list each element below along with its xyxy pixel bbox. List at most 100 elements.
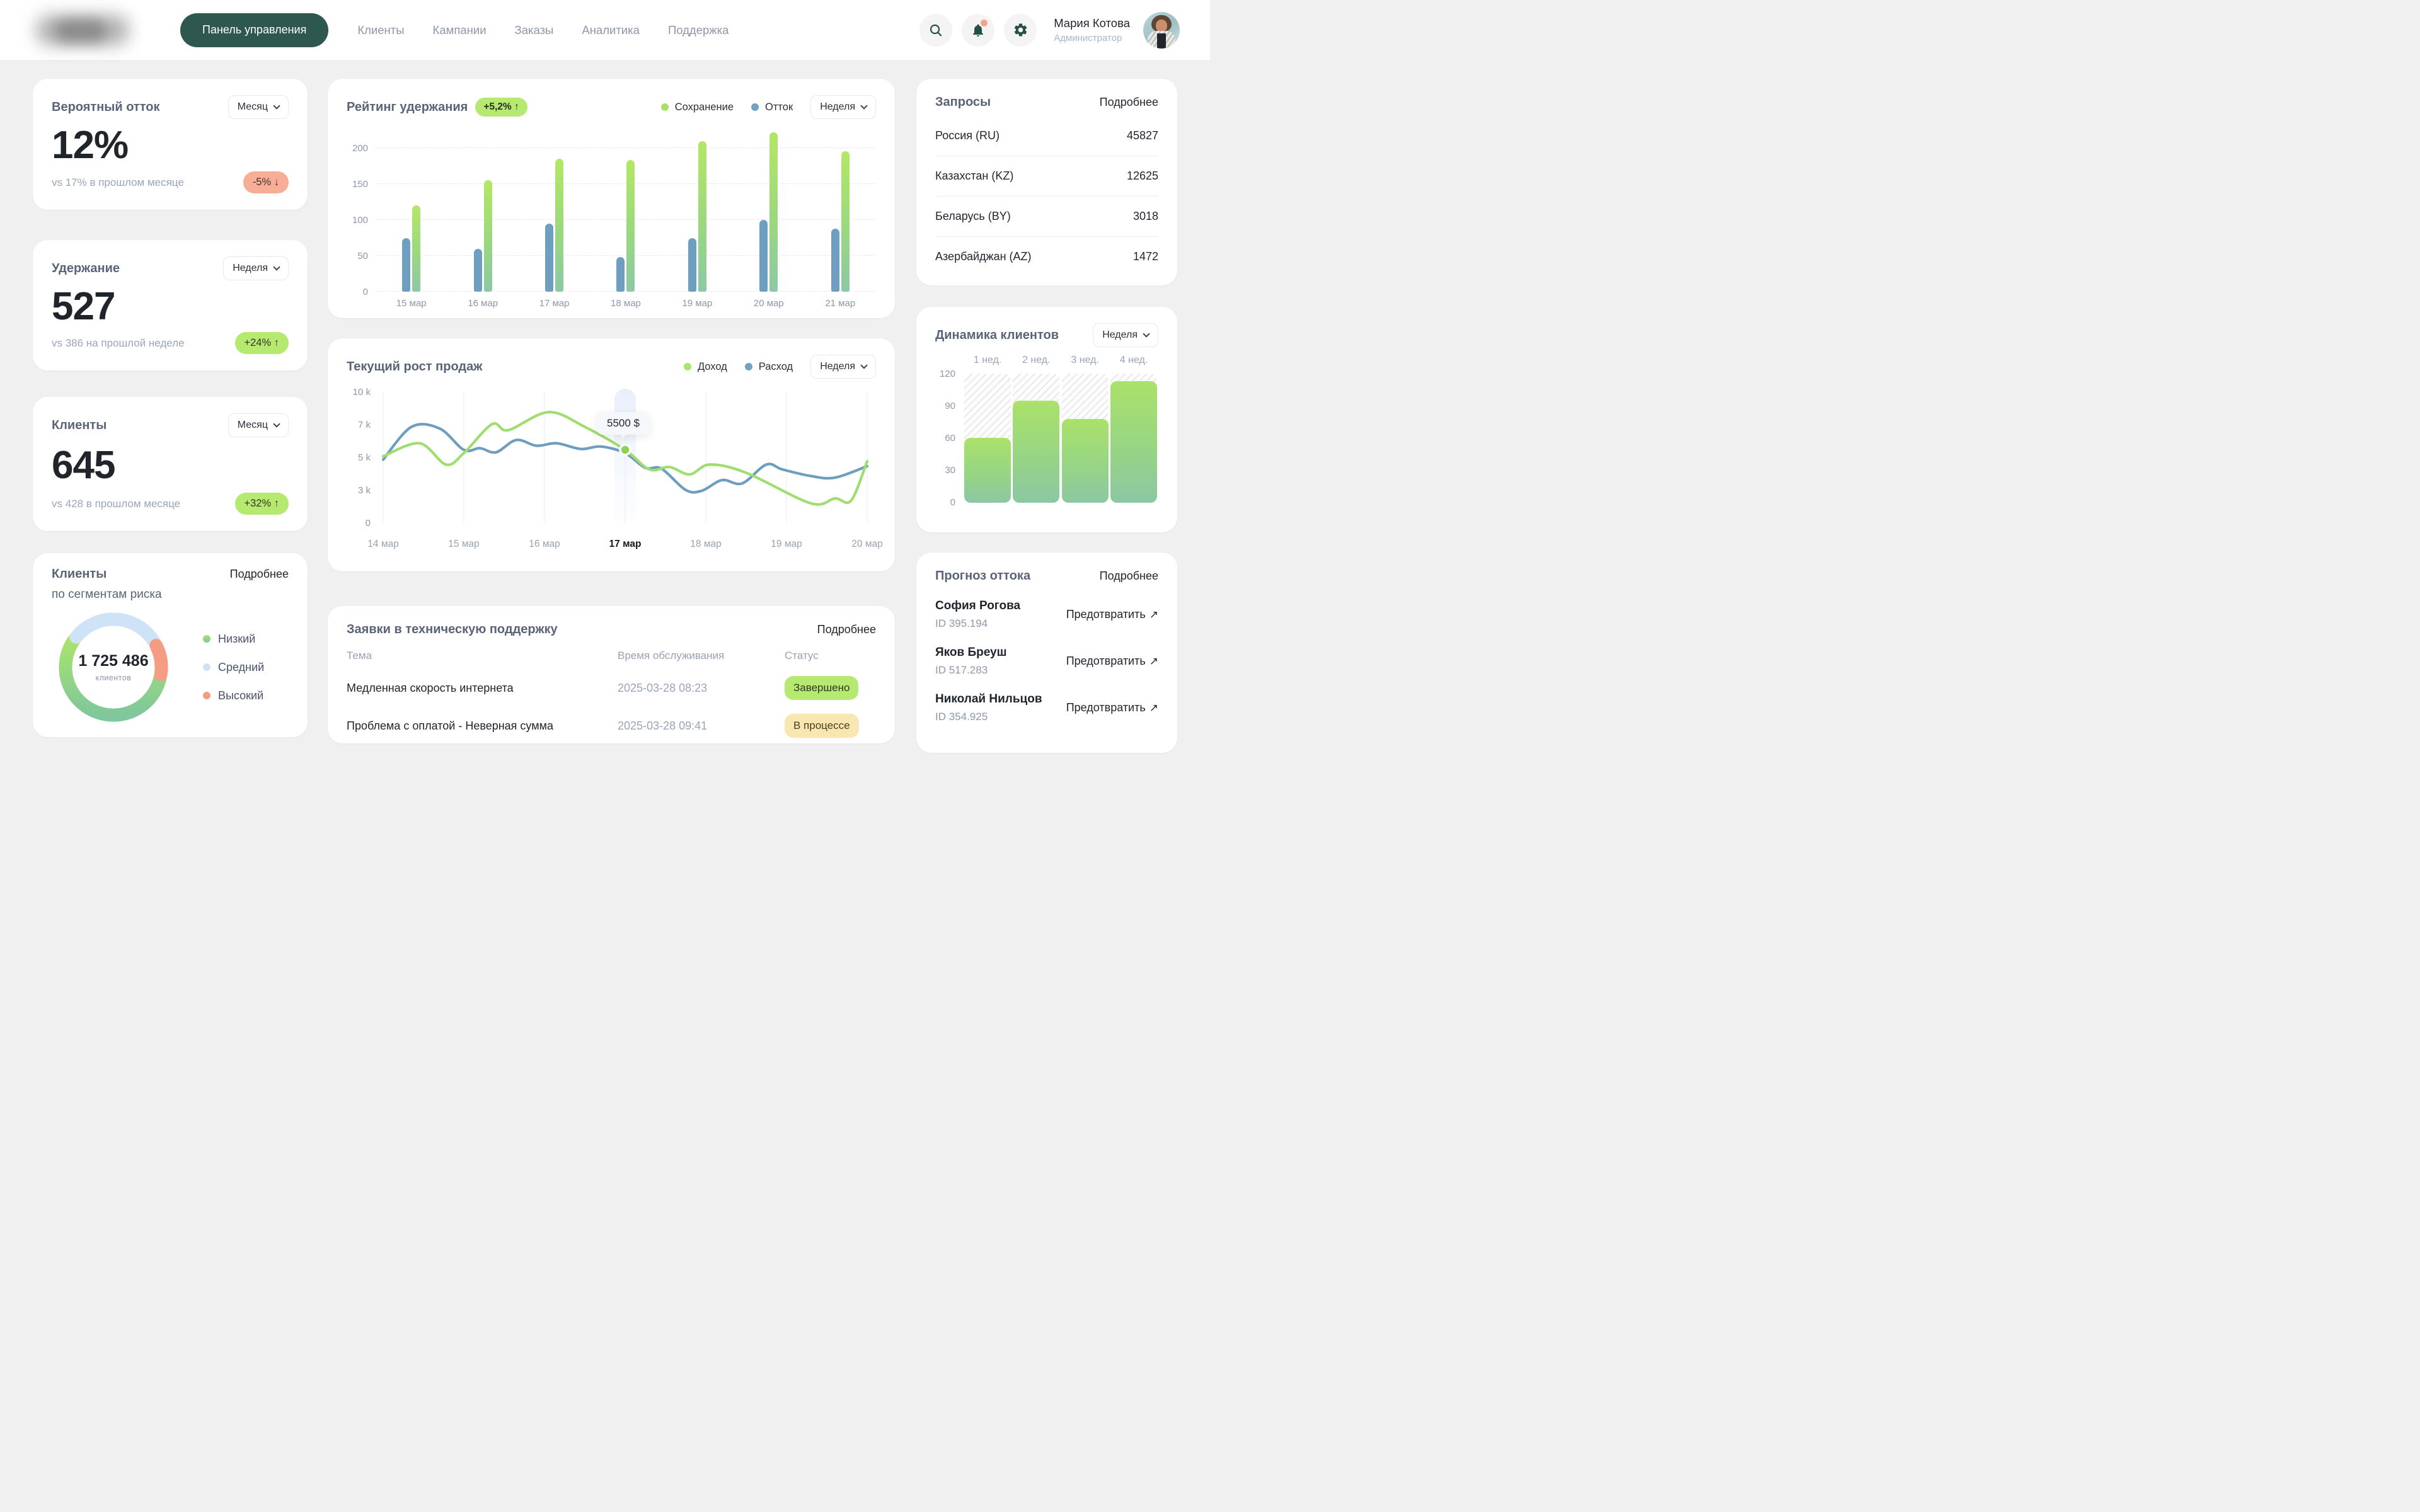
period-select[interactable]: Месяц [228,95,289,119]
support-tickets-card: Заявки в техническую поддержку Подробнее… [328,606,895,743]
period-select[interactable]: Неделя [810,355,876,379]
request-count: 45827 [1127,129,1158,142]
retention-bar [769,132,778,292]
top-bar: Панель управления Клиенты Кампании Заказ… [0,0,1210,60]
nav-item-clients[interactable]: Клиенты [357,23,404,37]
low-risk-dot-icon [203,635,210,643]
request-country: Беларусь (BY) [935,210,1011,223]
segments-more-link[interactable]: Подробнее [230,568,289,581]
requests-card: Запросы Подробнее Россия (RU) 45827 Каза… [916,79,1177,285]
period-select[interactable]: Неделя [1093,323,1158,347]
settings-button[interactable] [1004,14,1037,47]
list-item: София Рогова ID 395.194 Предотвратить↗ [935,599,1158,630]
arrow-up-right-icon: ↗ [1150,655,1158,667]
legend-churn: Отток [751,101,793,113]
logo [30,11,137,50]
nav-item-analytics[interactable]: Аналитика [582,23,640,37]
prevent-button[interactable]: Предотвратить↗ [1066,655,1158,668]
y-tick-label: 90 [945,401,955,411]
column-label: 1 нед. [974,355,1002,374]
churn-bar [759,220,768,292]
period-select[interactable]: Месяц [228,413,289,437]
churn-bar [402,238,410,292]
x-tick-label: 20 мар [733,298,804,309]
arrow-up-right-icon: ↗ [1150,609,1158,621]
dynamics-bar [1110,381,1157,503]
col-topic: Тема [347,650,618,662]
support-title: Заявки в техническую поддержку [347,622,558,637]
sales-line-chart[interactable]: 5500 $ 03 k5 k7 k10 k14 мар15 мар16 мар1… [347,389,876,558]
chevron-down-icon [273,263,280,270]
search-icon [928,23,943,38]
bar-group [519,128,590,292]
table-row[interactable]: Проблема с оплатой - Неверная сумма 2025… [347,714,876,738]
churn-more-link[interactable]: Подробнее [1100,570,1158,583]
churn-title: Прогноз оттока [935,569,1030,583]
client-id: ID 354.925 [935,711,1042,723]
kpi-title: Удержание [52,261,120,276]
notifications-button[interactable] [962,14,994,47]
x-tick-label: 16 мар [447,298,518,309]
x-tick-label: 19 мар [662,298,733,309]
ticket-time: 2025-03-28 09:41 [618,719,785,733]
y-tick-label: 0 [950,497,955,508]
prevent-button[interactable]: Предотвратить↗ [1066,701,1158,714]
kpi-value: 527 [52,284,289,329]
bar-group [447,128,518,292]
sales-chart-card: Текущий рост продаж Доход Расход Неделя [328,338,895,571]
bar-group [662,128,733,292]
kpi-value: 12% [52,123,289,168]
search-button[interactable] [919,14,952,47]
list-item: Азербайджан (AZ) 1472 [935,237,1158,277]
table-row[interactable]: Медленная скорость интернета 2025-03-28 … [347,676,876,700]
risk-donut-chart[interactable]: 1 725 486 клиентов [52,605,175,729]
retention-badge: +5,2% ↑ [475,98,527,117]
bar-track [1013,374,1059,503]
gear-icon [1013,22,1028,38]
churn-dot-icon [751,103,759,111]
y-tick-label: 100 [352,215,368,226]
kpi-value: 645 [52,443,289,488]
nav-item-campaigns[interactable]: Кампании [433,23,487,37]
client-name: Яков Бреуш [935,646,1006,660]
client-id: ID 517.283 [935,664,1006,677]
dynamics-y-axis: 0306090120 [935,355,963,503]
keep-dot-icon [661,103,669,111]
retention-x-labels: 15 мар16 мар17 мар18 мар19 мар20 мар21 м… [376,298,876,309]
support-more-link[interactable]: Подробнее [817,623,876,636]
y-tick-label: 120 [940,369,955,379]
period-select[interactable]: Неделя [810,95,876,119]
nav-item-orders[interactable]: Заказы [515,23,554,37]
period-select[interactable]: Неделя [223,256,289,280]
income-dot-icon [684,363,691,370]
dynamics-bar [1062,419,1109,503]
dynamics-column: 3 нед. [1062,355,1109,503]
dynamics-bar [1013,401,1059,503]
retention-bar [555,159,563,292]
user-info: Мария Котова Администратор [1054,16,1130,43]
y-tick-label: 10 k [347,387,371,398]
nav-item-support[interactable]: Поддержка [668,23,729,37]
dynamics-column: 1 нед. [964,355,1011,503]
retention-bar-chart[interactable]: 050100150200 [347,128,876,292]
sales-title: Текущий рост продаж [347,360,482,374]
column-label: 3 нед. [1071,355,1099,374]
dynamics-bar-chart[interactable]: 0306090120 1 нед.2 нед.3 нед.4 нед. [935,355,1158,503]
avatar[interactable] [1143,12,1180,49]
client-dynamics-card: Динамика клиентов Неделя 0306090120 1 не… [916,307,1177,532]
x-tick-label: 14 мар [367,539,398,550]
y-tick-label: 3 k [347,485,371,496]
list-item: Николай Нильцов ID 354.925 Предотвратить… [935,692,1158,723]
arrow-up-right-icon: ↗ [1150,702,1158,714]
expense-dot-icon [745,363,752,370]
y-tick-label: 0 [347,518,371,529]
retention-legend: Сохранение Отток [661,101,793,113]
kpi-card-churn: Вероятный отток Месяц 12% vs 17% в прошл… [33,79,308,210]
client-name: София Рогова [935,599,1020,613]
x-tick-label: 18 мар [590,298,661,309]
support-table-header: Тема Время обслуживания Статус [347,650,876,662]
bar-group [590,128,661,292]
tab-dashboard[interactable]: Панель управления [180,13,328,47]
prevent-button[interactable]: Предотвратить↗ [1066,608,1158,621]
requests-more-link[interactable]: Подробнее [1100,96,1158,109]
